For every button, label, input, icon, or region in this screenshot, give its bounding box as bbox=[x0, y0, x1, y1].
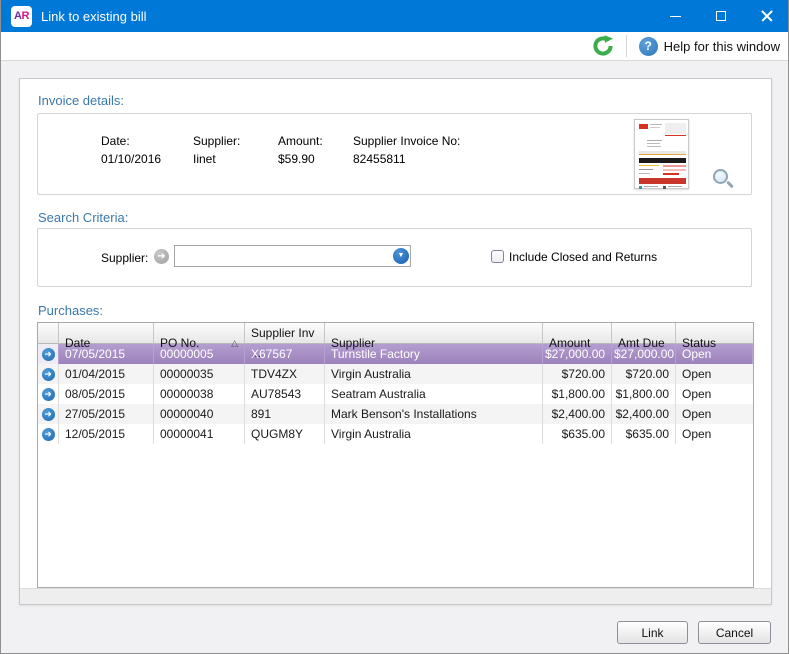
search-criteria-box: Supplier: ➜ ▼ Include Closed and Returns bbox=[37, 228, 752, 287]
cell-status: Open bbox=[676, 364, 753, 384]
invoice-amount-value: $59.90 bbox=[278, 152, 323, 166]
invoice-amount-label: Amount: bbox=[278, 134, 323, 148]
search-criteria-heading: Search Criteria: bbox=[38, 210, 128, 225]
link-button[interactable]: Link bbox=[617, 621, 688, 644]
invoice-number-field: Supplier Invoice No: 82455811 bbox=[353, 134, 460, 166]
cell-status: Open bbox=[676, 344, 753, 364]
cell-status: Open bbox=[676, 404, 753, 424]
table-row[interactable]: ➜07/05/201500000005X67567Turnstile Facto… bbox=[38, 344, 753, 364]
row-detail-arrow-icon[interactable]: ➜ bbox=[38, 384, 59, 404]
window-title: Link to existing bill bbox=[41, 9, 147, 24]
invoice-number-value: 82455811 bbox=[353, 152, 460, 166]
cell-po-no: 00000005 bbox=[154, 344, 245, 364]
window-controls bbox=[652, 0, 789, 32]
dialog-link-to-existing-bill: AR Link to existing bill ? Help for this… bbox=[0, 0, 789, 654]
invoice-date-value: 01/10/2016 bbox=[101, 152, 161, 166]
invoice-supplier-value: Iinet bbox=[193, 152, 240, 166]
invoice-supplier-field: Supplier: Iinet bbox=[193, 134, 240, 166]
include-closed-checkbox[interactable] bbox=[491, 250, 504, 263]
include-closed-label: Include Closed and Returns bbox=[509, 250, 657, 264]
cell-amt-due: $720.00 bbox=[612, 364, 676, 384]
row-detail-arrow-icon[interactable]: ➜ bbox=[38, 404, 59, 424]
cancel-button[interactable]: Cancel bbox=[698, 621, 771, 644]
cell-supplier: Virgin Australia bbox=[325, 424, 543, 444]
refresh-icon[interactable] bbox=[592, 35, 614, 57]
minimize-icon bbox=[670, 16, 681, 17]
row-detail-arrow-icon[interactable]: ➜ bbox=[38, 424, 59, 444]
cell-supplier-inv: QUGM8Y bbox=[245, 424, 325, 444]
help-link[interactable]: Help for this window bbox=[664, 39, 780, 54]
cell-amt-due: $1,800.00 bbox=[612, 384, 676, 404]
cell-amount: $2,400.00 bbox=[543, 404, 612, 424]
table-row[interactable]: ➜08/05/201500000038AU78543Seatram Austra… bbox=[38, 384, 753, 404]
invoice-date-field: Date: 01/10/2016 bbox=[101, 134, 161, 166]
cell-status: Open bbox=[676, 424, 753, 444]
magnifier-icon[interactable] bbox=[713, 169, 728, 184]
row-detail-arrow-icon[interactable]: ➜ bbox=[38, 344, 59, 364]
cell-amount: $1,800.00 bbox=[543, 384, 612, 404]
invoice-supplier-label: Supplier: bbox=[193, 134, 240, 148]
close-icon bbox=[761, 10, 773, 22]
cell-amount: $27,000.00 bbox=[543, 344, 612, 364]
toolbar-divider bbox=[626, 35, 627, 57]
maximize-button[interactable] bbox=[698, 0, 744, 32]
invoice-amount-field: Amount: $59.90 bbox=[278, 134, 323, 166]
cell-date: 08/05/2015 bbox=[59, 384, 154, 404]
cell-date: 01/04/2015 bbox=[59, 364, 154, 384]
close-button[interactable] bbox=[744, 0, 789, 32]
maximize-icon bbox=[716, 11, 726, 21]
purchases-table-body: ➜07/05/201500000005X67567Turnstile Facto… bbox=[38, 344, 753, 444]
cell-date: 07/05/2015 bbox=[59, 344, 154, 364]
supplier-dropdown-icon[interactable]: ▼ bbox=[393, 248, 409, 264]
panel-footer-strip bbox=[20, 588, 771, 604]
cell-supplier: Mark Benson's Installations bbox=[325, 404, 543, 424]
cell-status: Open bbox=[676, 384, 753, 404]
cell-date: 12/05/2015 bbox=[59, 424, 154, 444]
cell-supplier-inv: AU78543 bbox=[245, 384, 325, 404]
app-icon: AR bbox=[11, 6, 32, 27]
cell-amt-due: $635.00 bbox=[612, 424, 676, 444]
invoice-details-heading: Invoice details: bbox=[38, 93, 124, 108]
cell-supplier-inv: TDV4ZX bbox=[245, 364, 325, 384]
table-row[interactable]: ➜27/05/201500000040891Mark Benson's Inst… bbox=[38, 404, 753, 424]
cell-supplier: Turnstile Factory bbox=[325, 344, 543, 364]
table-row[interactable]: ➜12/05/201500000041QUGM8YVirgin Australi… bbox=[38, 424, 753, 444]
help-icon[interactable]: ? bbox=[639, 37, 658, 56]
invoice-date-label: Date: bbox=[101, 134, 161, 148]
supplier-field-arrow-icon[interactable]: ➜ bbox=[154, 249, 169, 264]
row-detail-arrow-icon[interactable]: ➜ bbox=[38, 364, 59, 384]
invoice-number-label: Supplier Invoice No: bbox=[353, 134, 460, 148]
cell-po-no: 00000041 bbox=[154, 424, 245, 444]
cell-supplier: Seatram Australia bbox=[325, 384, 543, 404]
cell-supplier-inv: 891 bbox=[245, 404, 325, 424]
minimize-button[interactable] bbox=[652, 0, 698, 32]
supplier-input[interactable] bbox=[174, 245, 411, 267]
cell-po-no: 00000038 bbox=[154, 384, 245, 404]
cell-amt-due: $27,000.00 bbox=[612, 344, 676, 364]
main-panel: Invoice details: Date: 01/10/2016 Suppli… bbox=[19, 78, 772, 605]
invoice-thumbnail[interactable] bbox=[634, 119, 689, 189]
cell-amount: $720.00 bbox=[543, 364, 612, 384]
purchases-table-header: Date PO No. △ Supplier Inv ... Supplier … bbox=[38, 323, 753, 344]
toolbar: ? Help for this window bbox=[1, 32, 789, 61]
cell-po-no: 00000040 bbox=[154, 404, 245, 424]
titlebar: AR Link to existing bill bbox=[1, 0, 789, 32]
cell-supplier-inv: X67567 bbox=[245, 344, 325, 364]
cell-po-no: 00000035 bbox=[154, 364, 245, 384]
cell-amount: $635.00 bbox=[543, 424, 612, 444]
supplier-label: Supplier: bbox=[101, 251, 148, 265]
cell-supplier: Virgin Australia bbox=[325, 364, 543, 384]
app-icon-letter-a: A bbox=[14, 10, 21, 22]
app-icon-letter-r: R bbox=[22, 10, 29, 22]
invoice-details-box: Date: 01/10/2016 Supplier: Iinet Amount:… bbox=[37, 113, 752, 195]
cell-amt-due: $2,400.00 bbox=[612, 404, 676, 424]
purchases-heading: Purchases: bbox=[38, 303, 103, 318]
table-row[interactable]: ➜01/04/201500000035TDV4ZXVirgin Australi… bbox=[38, 364, 753, 384]
purchases-table: Date PO No. △ Supplier Inv ... Supplier … bbox=[37, 322, 754, 588]
cell-date: 27/05/2015 bbox=[59, 404, 154, 424]
